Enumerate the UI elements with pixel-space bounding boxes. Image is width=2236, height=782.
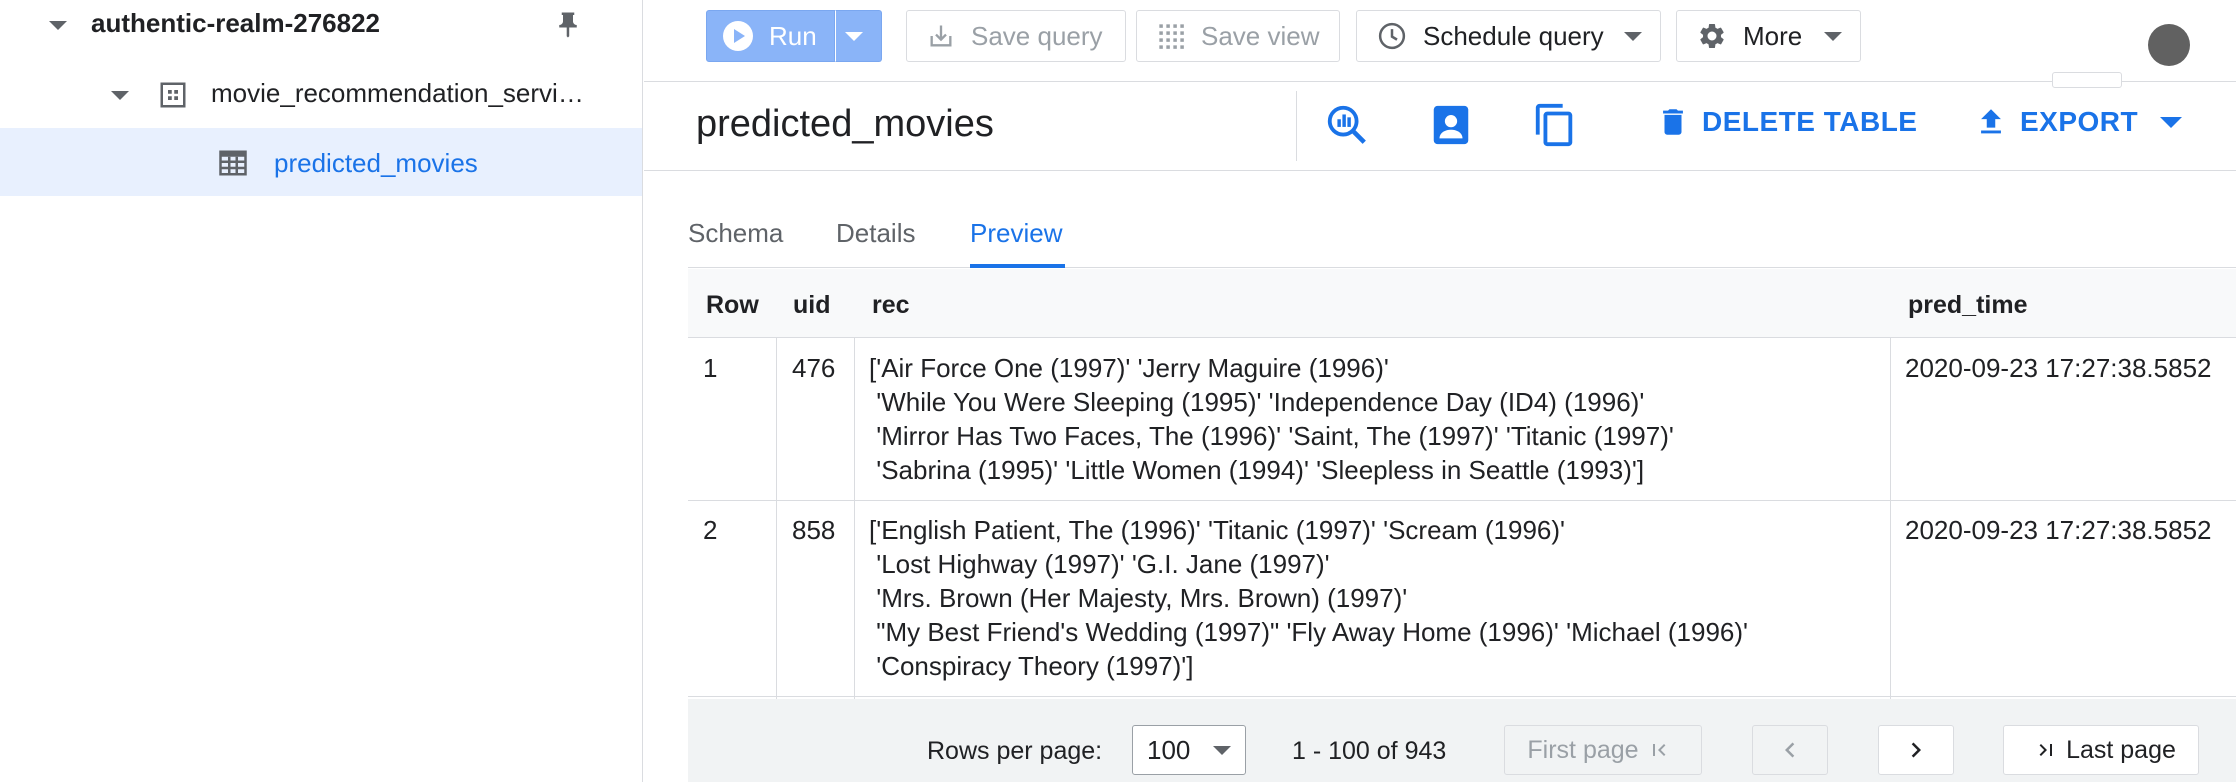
table-row[interactable]: 2 858 ['English Patient, The (1996)' 'Ti…: [688, 501, 2236, 697]
chevron-down-icon[interactable]: [49, 21, 67, 30]
last-page-label: Last page: [2066, 735, 2176, 764]
save-view-button[interactable]: Save view: [1136, 10, 1340, 62]
chevron-left-icon: [1785, 742, 1795, 758]
pagination-bar: Rows per page: 100 1 - 100 of 943 First …: [688, 699, 2236, 782]
dataset-name: movie_recommendation_servi…: [211, 78, 584, 108]
cell-pred-time: 2020-09-23 17:27:38.5852: [1905, 353, 2212, 383]
column-header-pred-time: pred_time: [1908, 291, 2028, 319]
chevron-down-icon: [1824, 31, 1842, 41]
cell-uid: 858: [792, 515, 836, 545]
project-name: authentic-realm-276822: [91, 8, 381, 38]
rows-per-page-label: Rows per page:: [927, 737, 1103, 765]
cell-row-number: 2: [703, 515, 718, 545]
page-range: 1 - 100 of 943: [1292, 737, 1447, 765]
page-title: predicted_movies: [696, 103, 994, 145]
more-label: More: [1743, 20, 1803, 51]
chevron-down-icon[interactable]: [111, 91, 129, 100]
clock-icon: [1378, 22, 1406, 50]
schedule-query-button[interactable]: Schedule query: [1356, 10, 1661, 62]
chevron-down-icon: [2160, 116, 2183, 128]
more-button[interactable]: More: [1676, 10, 1861, 62]
first-page-button[interactable]: First page: [1504, 725, 1702, 775]
table-tabs: Schema Details Preview: [688, 200, 2236, 268]
query-table-icon[interactable]: [1324, 101, 1370, 149]
dataset-icon: [160, 82, 186, 108]
save-view-label: Save view: [1201, 20, 1320, 51]
column-header-uid: uid: [793, 291, 831, 319]
active-tab-indicator: [970, 264, 1065, 268]
query-toolbar: Run Save query Save view Schedule query: [644, 0, 2236, 88]
tab-schema[interactable]: Schema: [688, 218, 783, 249]
tree-item-table[interactable]: predicted_movies: [0, 128, 642, 196]
last-page-button[interactable]: Last page: [2003, 725, 2199, 775]
last-page-icon: [2039, 744, 2053, 756]
table-row[interactable]: 1 476 ['Air Force One (1997)' 'Jerry Mag…: [688, 339, 2236, 501]
next-page-button[interactable]: [1878, 725, 1954, 775]
cell-rec: ['English Patient, The (1996)' 'Titanic …: [869, 515, 1749, 681]
avatar[interactable]: [2148, 24, 2190, 66]
export-label: EXPORT: [2020, 106, 2139, 137]
previous-page-button[interactable]: [1752, 725, 1828, 775]
table-icon: [219, 150, 247, 176]
copy-table-icon[interactable]: [1532, 101, 1578, 149]
column-header-rec: rec: [872, 291, 910, 319]
save-query-label: Save query: [971, 20, 1103, 51]
tab-details[interactable]: Details: [836, 218, 915, 249]
chevron-down-icon: [845, 31, 863, 41]
table-header-row: Row uid rec pred_time: [688, 269, 2236, 338]
chevron-down-icon: [1624, 31, 1642, 41]
cell-rec: ['Air Force One (1997)' 'Jerry Maguire (…: [869, 353, 1674, 485]
cell-row-number: 1: [703, 353, 718, 383]
rows-per-page-value: 100: [1147, 734, 1191, 765]
first-page-icon: [1652, 744, 1665, 756]
run-button[interactable]: Run: [706, 10, 835, 62]
rows-per-page-select[interactable]: 100: [1132, 725, 1246, 775]
run-label: Run: [769, 20, 817, 51]
save-query-button[interactable]: Save query: [906, 10, 1126, 62]
gear-icon: [1700, 23, 1724, 48]
cell-pred-time: 2020-09-23 17:27:38.5852: [1905, 515, 2212, 545]
delete-table-button[interactable]: DELETE TABLE: [1656, 105, 1917, 139]
share-table-icon[interactable]: [1428, 101, 1474, 149]
column-header-row: Row: [706, 291, 759, 319]
cell-uid: 476: [792, 353, 836, 383]
pin-icon[interactable]: [553, 8, 583, 42]
table-header-bar: predicted_movies DELETE TABLE EXPORT: [644, 83, 2236, 171]
export-button[interactable]: EXPORT: [1974, 105, 2183, 139]
grid-dots-icon: [1159, 24, 1184, 49]
results-table: Row uid rec pred_time 1 476 ['Air Force …: [688, 269, 2236, 699]
chevron-right-icon: [1911, 742, 1921, 758]
divider: [1296, 91, 1297, 161]
download-icon: [930, 25, 952, 47]
tree-item-project[interactable]: authentic-realm-276822: [0, 0, 642, 46]
explorer-sidebar: authentic-realm-276822 movie_recommendat…: [0, 0, 643, 782]
schedule-query-label: Schedule query: [1423, 20, 1604, 51]
tree-item-dataset[interactable]: movie_recommendation_servi…: [0, 68, 642, 188]
play-icon: [723, 21, 753, 51]
first-page-label: First page: [1527, 735, 1639, 764]
tab-preview[interactable]: Preview: [970, 218, 1062, 249]
delete-table-label: DELETE TABLE: [1702, 106, 1918, 137]
chevron-down-icon: [1213, 745, 1231, 755]
upload-icon: [1981, 109, 2001, 134]
table-name: predicted_movies: [274, 148, 478, 178]
trash-icon: [1663, 109, 1683, 135]
run-options-button[interactable]: [835, 10, 882, 62]
